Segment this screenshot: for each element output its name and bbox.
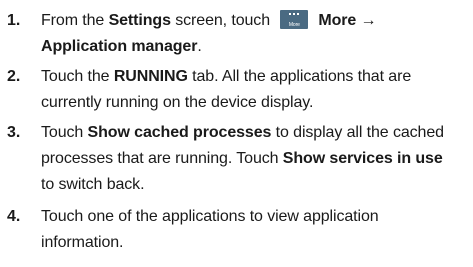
- body-text: Touch the: [41, 68, 114, 85]
- step-number: 2.: [7, 68, 21, 85]
- instruction-list: 1. From the Settings screen, touch More M…: [0, 0, 473, 267]
- step-line: currently running on the device display.: [41, 90, 469, 116]
- body-text: processes that are running. Touch: [41, 150, 283, 167]
- emphasis-text: Show cached processes: [87, 124, 272, 141]
- body-text: Touch one of the applications to view ap…: [41, 208, 379, 225]
- body-text: to display all the cached: [271, 124, 444, 141]
- step-text: Touch the RUNNING tab. All the applicati…: [41, 64, 469, 116]
- step-number: 4.: [7, 208, 21, 225]
- body-text: From the: [41, 12, 109, 29]
- body-text: tab. All the applications that are: [187, 68, 412, 85]
- step-line: From the Settings screen, touch More More…: [41, 8, 469, 34]
- step-text: Touch one of the applications to view ap…: [41, 204, 469, 256]
- emphasis-text: RUNNING: [113, 68, 188, 85]
- emphasis-text: Settings: [108, 12, 171, 29]
- more-icon-label: More: [288, 21, 300, 28]
- body-text: information.: [41, 234, 124, 251]
- step-number: 3.: [7, 124, 21, 141]
- body-text: Touch: [41, 124, 88, 141]
- step-number: 1.: [7, 12, 21, 29]
- step-line: to switch back.: [41, 172, 469, 198]
- body-text: currently running on the device display.: [41, 94, 314, 111]
- body-text: screen, touch: [170, 12, 275, 29]
- step-line: Touch one of the applications to view ap…: [41, 204, 469, 230]
- emphasis-text: Application manager: [41, 38, 198, 55]
- step-line: information.: [41, 230, 469, 256]
- emphasis-text: Show services in use: [282, 150, 443, 167]
- dots-glyph: [289, 12, 300, 18]
- step-text: Touch Show cached processes to display a…: [41, 120, 469, 198]
- step-line: Touch Show cached processes to display a…: [41, 120, 469, 146]
- more-icon: More: [280, 9, 309, 29]
- step-line: Touch the RUNNING tab. All the applicati…: [41, 64, 469, 90]
- emphasis-text: More →: [318, 12, 377, 29]
- body-text: .: [197, 38, 202, 55]
- step-line: Application manager.: [41, 34, 469, 60]
- step-line: processes that are running. Touch Show s…: [41, 146, 469, 172]
- body-text: to switch back.: [41, 176, 145, 193]
- step-text: From the Settings screen, touch More More…: [41, 8, 469, 60]
